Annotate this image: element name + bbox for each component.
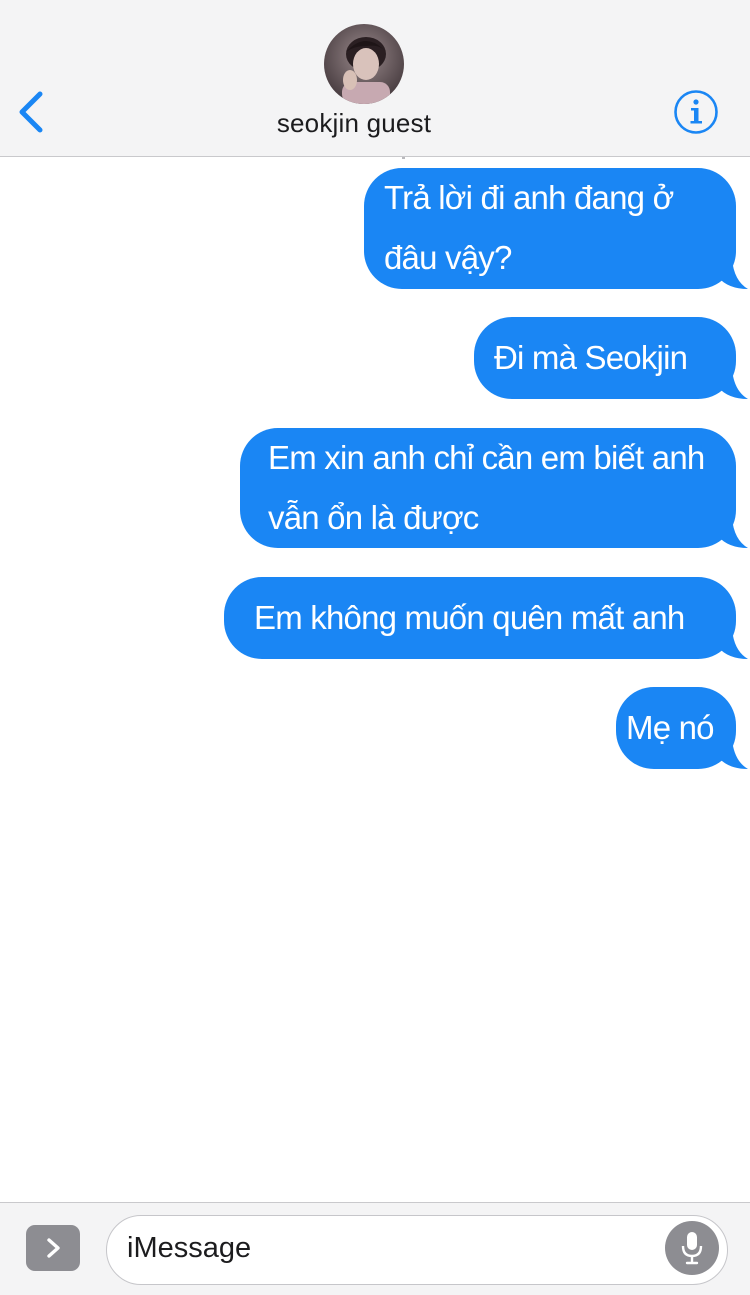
message-input-placeholder: iMessage xyxy=(127,1232,252,1264)
message-bubble-sent[interactable]: Trả lời đi anh đang ở đâu vậy? xyxy=(364,168,748,289)
message-text-line: đâu vậy? xyxy=(384,239,512,276)
contact-avatar[interactable] xyxy=(324,24,404,104)
message-text-line: vẫn ổn là được xyxy=(268,499,479,536)
message-text-line: Mẹ nó xyxy=(626,709,715,746)
message-input-bar: iMessage xyxy=(0,1202,750,1295)
message-bubble-sent[interactable]: Em không muốn quên mất anh xyxy=(224,577,748,659)
conversation-header: seokjin guest xyxy=(0,0,750,157)
contact-name[interactable]: seokjin guest xyxy=(0,108,708,139)
message-bubble-sent[interactable]: Đi mà Seokjin xyxy=(474,317,748,399)
message-text-line: Em xin anh chỉ cần em biết anh xyxy=(268,439,705,476)
message-bubble-sent[interactable]: Em xin anh chỉ cần em biết anh vẫn ổn là… xyxy=(240,428,748,548)
message-bubble-sent[interactable]: Mẹ nó xyxy=(616,687,748,769)
divider-mark xyxy=(402,157,405,159)
info-button[interactable] xyxy=(672,88,720,136)
info-icon xyxy=(674,90,718,134)
microphone-icon xyxy=(681,1232,703,1265)
apps-button[interactable] xyxy=(26,1225,80,1271)
message-input[interactable]: iMessage xyxy=(106,1215,728,1285)
chevron-right-icon xyxy=(47,1238,60,1258)
message-text-line: Em không muốn quên mất anh xyxy=(254,599,685,636)
message-text-line: Đi mà Seokjin xyxy=(494,339,688,376)
message-text-line: Trả lời đi anh đang ở xyxy=(384,179,674,216)
microphone-button[interactable] xyxy=(665,1221,719,1275)
